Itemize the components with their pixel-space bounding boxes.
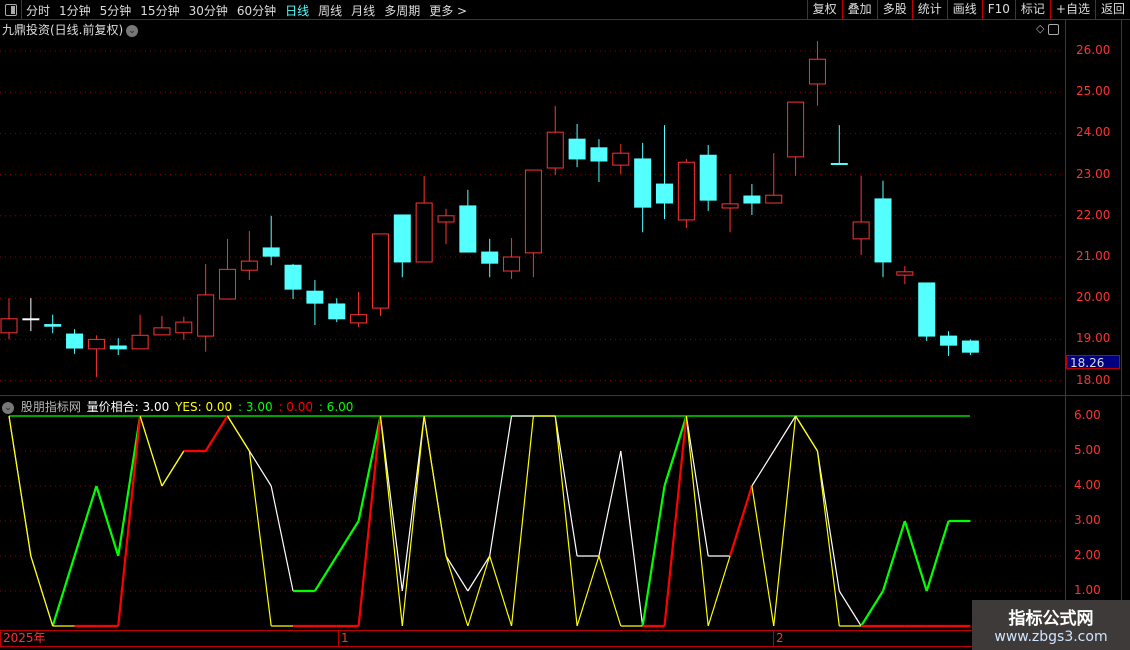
yes-line-segment: [357, 415, 382, 627]
price-tick-label: 25.00: [1076, 84, 1111, 99]
main-line-segment: [313, 555, 338, 592]
yes-line-segment: [379, 415, 403, 627]
price-tick-label: 18.00: [1076, 372, 1111, 387]
main-line-segment: [467, 555, 491, 592]
main-line-segment: [685, 415, 709, 557]
yes-line-segment: [204, 415, 229, 452]
toolbar-button[interactable]: 返回: [1094, 0, 1130, 19]
price-axis: 26.00 25.00 24.00 23.00 22.00 21.00 20.00 19.00…: [1065, 20, 1122, 395]
yes-line-segment: [707, 555, 731, 627]
yes-line-segment: [139, 415, 163, 487]
price-tick-label: 24.00: [1076, 125, 1111, 140]
price-tick-label: 22.00: [1076, 207, 1111, 222]
last-price-label: 18.26: [1066, 355, 1120, 370]
watermark-url: www.zbgs3.com: [994, 629, 1108, 645]
price-tick-label: 23.00: [1076, 166, 1111, 181]
yes-line-segment: [795, 415, 818, 452]
yes-line-segment: [226, 415, 250, 452]
indicator-tick-label: 6.00: [1074, 408, 1101, 422]
yes-line-segment: [248, 450, 272, 627]
yes-line-segment: [685, 415, 709, 627]
main-line-segment: [554, 415, 578, 557]
indicator-tick-label: 5.00: [1074, 443, 1101, 457]
price-tick-label: 26.00: [1076, 43, 1111, 57]
yes-line-segment: [8, 415, 32, 557]
yes-line-segment: [423, 415, 447, 557]
yes-line-segment: [445, 555, 469, 627]
yes-line-segment: [773, 415, 797, 627]
yes-line-segment: [554, 415, 578, 627]
main-line-segment: [598, 450, 622, 557]
main-line-segment: [95, 485, 120, 557]
time-label: 2025年: [0, 631, 46, 646]
main-line-segment: [751, 450, 775, 487]
price-tick-label: 20.00: [1076, 290, 1111, 305]
main-line-segment: [620, 450, 644, 627]
yes-line-segment: [728, 485, 753, 557]
main-line-segment: [838, 590, 862, 627]
main-line-segment: [270, 485, 294, 592]
price-tick-label: 21.00: [1076, 249, 1111, 263]
main-line-segment: [860, 590, 884, 627]
main-line-segment: [445, 555, 469, 592]
time-label: 1: [338, 631, 349, 646]
indicator-tick-label: 2.00: [1074, 548, 1101, 562]
price-tick-label: 19.00: [1076, 331, 1111, 346]
indicator-tick-label: 4.00: [1074, 478, 1101, 492]
yes-line-segment: [161, 450, 185, 487]
time-label: 2: [773, 631, 784, 646]
indicator-chart[interactable]: [0, 0, 1065, 630]
yes-line-segment: [30, 555, 54, 627]
watermark: 指标公式网 www.zbgs3.com: [972, 600, 1130, 650]
yes-line-segment: [816, 450, 840, 627]
main-line-segment: [357, 415, 382, 522]
yes-line-segment: [467, 555, 491, 627]
main-line-segment: [489, 415, 513, 557]
right-side-strip[interactable]: [1121, 20, 1130, 630]
main-line-segment: [881, 520, 906, 592]
indicator-tick-label: 3.00: [1074, 513, 1101, 527]
yes-line-segment: [489, 555, 513, 627]
yes-line-segment: [598, 555, 622, 627]
time-axis: 2025年 1 2: [0, 630, 1130, 647]
main-line-segment: [903, 520, 928, 592]
watermark-title: 指标公式网: [1008, 609, 1094, 629]
main-line-segment: [335, 520, 360, 557]
yes-line-segment: [117, 415, 142, 627]
indicator-tick-label: 1.00: [1074, 583, 1101, 597]
indicator-axis: 6.00 5.00 4.00 3.00 2.00 1.00: [1065, 396, 1122, 630]
main-line-segment: [73, 485, 98, 557]
